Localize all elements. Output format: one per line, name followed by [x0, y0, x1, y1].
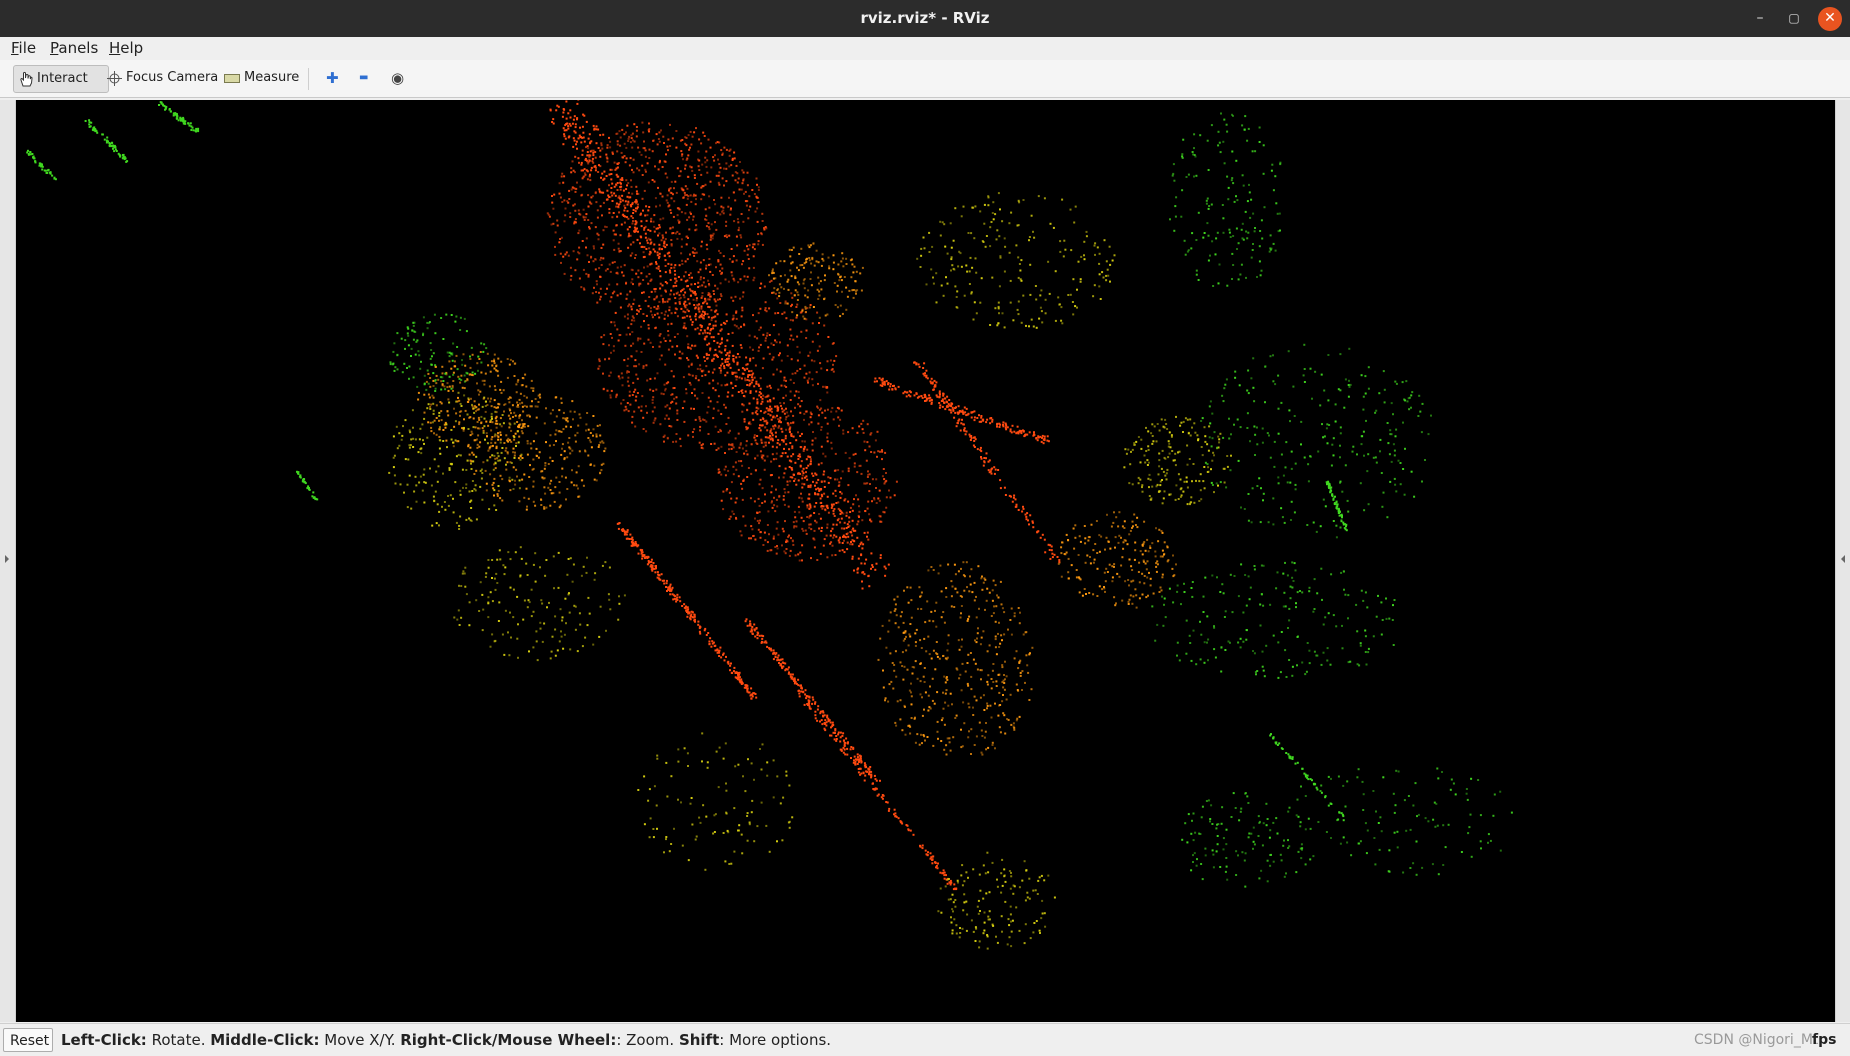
add-pose-icon: ✚: [326, 65, 339, 91]
menu-bar: File Panels Help: [0, 37, 1850, 61]
expand-left-icon[interactable]: [5, 555, 9, 563]
focus-camera-tool-button[interactable]: Focus Camera: [102, 65, 223, 91]
camera-view-icon: ◉: [391, 65, 404, 91]
add-tool-button[interactable]: ✚: [321, 65, 344, 91]
ruler-icon: [224, 74, 240, 83]
status-bar: Reset Left-Click: Rotate. Middle-Click: …: [0, 1023, 1850, 1056]
focus-crosshair-icon: [107, 71, 122, 86]
render-viewport[interactable]: [16, 100, 1835, 1022]
interact-label: Interact: [37, 66, 88, 92]
maximize-icon[interactable]: ▢: [1782, 7, 1806, 31]
window-title: rviz.rviz* - RViz: [0, 0, 1850, 37]
menu-help[interactable]: Help: [107, 37, 145, 60]
title-bar: rviz.rviz* - RViz – ▢ ✕: [0, 0, 1850, 37]
reset-button[interactable]: Reset: [3, 1028, 53, 1052]
view-tool-button[interactable]: ◉: [386, 65, 409, 91]
measure-label: Measure: [244, 65, 299, 91]
interact-tool-button[interactable]: Interact: [13, 65, 109, 93]
expand-right-icon[interactable]: [1841, 555, 1845, 563]
remove-tool-button[interactable]: ▬: [354, 65, 373, 91]
menu-file[interactable]: File: [9, 37, 38, 60]
hand-icon: [19, 71, 33, 87]
status-hint: Left-Click: Rotate. Middle-Click: Move X…: [61, 1024, 831, 1056]
focus-camera-label: Focus Camera: [126, 65, 218, 91]
point-cloud: [16, 100, 1835, 1022]
close-icon[interactable]: ✕: [1818, 7, 1842, 31]
right-dock-handle[interactable]: [1835, 100, 1850, 1022]
remove-icon: ▬: [359, 65, 368, 91]
menu-panels[interactable]: Panels: [48, 37, 100, 60]
fps-counter: fps: [1812, 1024, 1836, 1056]
watermark-text: CSDN @Nigori_Mt: [1694, 1024, 1818, 1056]
minimize-icon[interactable]: –: [1748, 7, 1772, 31]
toolbar-separator: [308, 68, 309, 90]
tool-bar: Interact Focus Camera Measure ✚ ▬ ◉: [0, 60, 1850, 98]
left-dock-handle[interactable]: [0, 100, 16, 1022]
measure-tool-button[interactable]: Measure: [219, 65, 304, 91]
